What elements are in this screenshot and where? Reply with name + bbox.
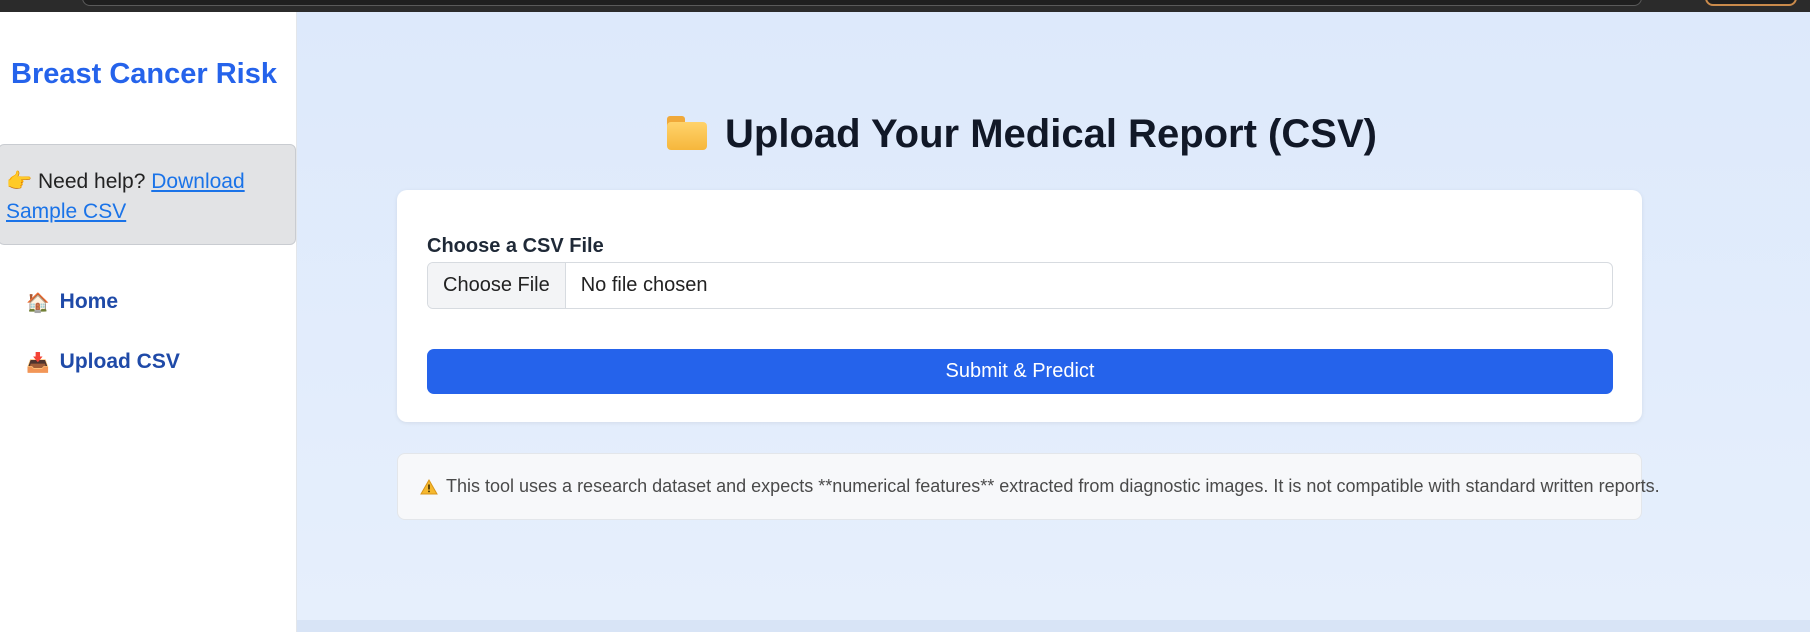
app-brand-title: Breast Cancer Risk <box>11 58 277 90</box>
pointing-hand-icon: 👉 <box>6 169 33 193</box>
choose-file-button[interactable]: Choose File <box>428 263 566 308</box>
disclaimer-notice: This tool uses a research dataset and ex… <box>397 453 1660 520</box>
browser-profile-button[interactable] <box>1705 0 1797 6</box>
upload-form-card: Choose a CSV File Choose File No file ch… <box>397 190 1642 422</box>
sidebar-item-home[interactable]: 🏠 Home <box>26 287 118 317</box>
sidebar: Breast Cancer Risk 👉 Need help? Download… <box>0 12 297 632</box>
sidebar-item-upload-csv[interactable]: 📥 Upload CSV <box>26 347 180 377</box>
browser-top-bar <box>0 0 1810 12</box>
help-box: 👉 Need help? Download Sample CSV <box>0 144 296 245</box>
house-icon: 🏠 <box>26 291 50 314</box>
inbox-tray-icon: 📥 <box>26 351 50 374</box>
warning-icon <box>420 478 438 495</box>
folder-icon <box>667 116 708 150</box>
sidebar-item-label: Upload CSV <box>59 350 180 373</box>
file-field-label: Choose a CSV File <box>427 235 604 257</box>
bottom-band <box>297 620 1810 632</box>
help-text: Need help? <box>38 170 146 193</box>
file-status-text: No file chosen <box>580 274 708 296</box>
sidebar-item-label: Home <box>59 290 119 313</box>
disclaimer-text: This tool uses a research dataset and ex… <box>446 476 1660 496</box>
page-title-row: Upload Your Medical Report (CSV) <box>297 112 1747 157</box>
main-content: Upload Your Medical Report (CSV) Choose … <box>297 12 1810 620</box>
page-title: Upload Your Medical Report (CSV) <box>725 112 1377 156</box>
csv-file-input[interactable]: Choose File No file chosen <box>427 262 1613 309</box>
submit-predict-button[interactable]: Submit & Predict <box>427 349 1613 394</box>
browser-address-bar[interactable] <box>82 0 1642 6</box>
